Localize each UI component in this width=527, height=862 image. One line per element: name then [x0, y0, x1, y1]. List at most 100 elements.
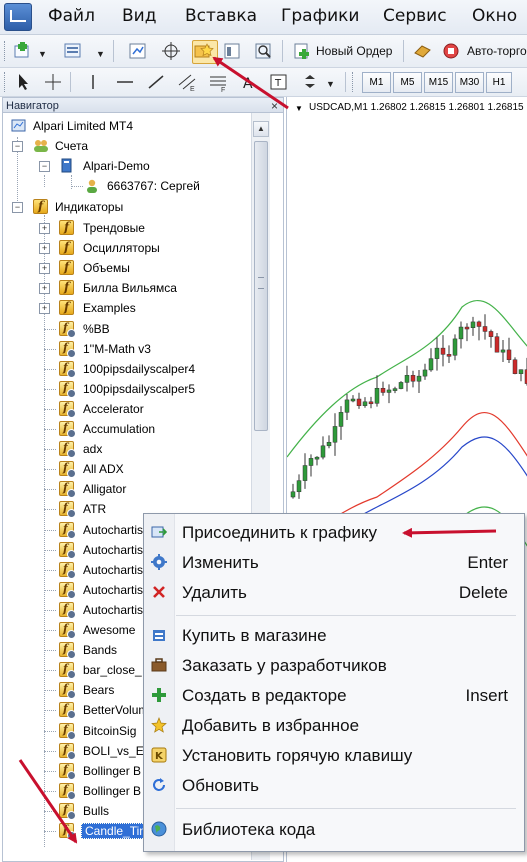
profiles-icon[interactable] — [62, 41, 84, 61]
market-watch-icon[interactable] — [127, 41, 149, 61]
indicator-folder-label[interactable]: Трендовые — [83, 221, 145, 235]
indicator-item-label[interactable]: Accumulation — [83, 422, 155, 436]
indicator-item-label[interactable]: Autochartist — [83, 523, 146, 537]
text-icon[interactable]: A — [238, 72, 260, 92]
indicator-item-label[interactable]: Awesome — [83, 623, 135, 637]
crosshair-icon[interactable] — [42, 72, 64, 92]
new-chart-icon[interactable] — [12, 41, 34, 61]
indicator-item-label[interactable]: Bears — [83, 683, 114, 697]
expand-icon[interactable]: + — [39, 303, 50, 315]
timeframe-m5[interactable]: M5 — [393, 72, 422, 93]
vertical-line-icon[interactable] — [82, 72, 104, 92]
expand-icon[interactable]: + — [39, 243, 50, 255]
custom-indicator-icon — [59, 682, 76, 700]
expand-icon[interactable]: + — [39, 263, 50, 275]
terminal-window-icon[interactable] — [222, 41, 244, 61]
fibonacci-icon[interactable]: F — [207, 72, 229, 94]
indicator-item-label[interactable]: 1''M-Math v3 — [83, 342, 151, 356]
indicator-folder-label[interactable]: Осцилляторы — [83, 241, 160, 255]
indicator-item-label[interactable]: ATR — [83, 502, 106, 516]
market-bag-icon[interactable] — [411, 41, 433, 61]
indicator-folder-label[interactable]: Билла Вильямса — [83, 281, 177, 295]
menu-item-label: Добавить в избранное — [182, 716, 360, 735]
close-icon[interactable]: × — [271, 98, 278, 114]
scroll-up-icon[interactable]: ▲ — [253, 121, 269, 137]
text-label-icon[interactable]: T — [268, 72, 290, 92]
toolbar-grip[interactable] — [4, 41, 8, 61]
chevron-down-icon[interactable]: ▼ — [326, 79, 335, 89]
broker-label[interactable]: Alpari Limited MT4 — [33, 119, 133, 133]
indicator-item-label[interactable]: BitcoinSig — [83, 724, 136, 738]
menu-item-set-hotkey[interactable]: K Установить горячую клавишу — [144, 740, 524, 770]
crosshair-data-window-icon[interactable] — [160, 41, 182, 61]
menu-item-edit[interactable]: Изменить Enter — [144, 547, 524, 577]
timeframe-h1[interactable]: H1 — [486, 72, 512, 93]
navigator-toggle-icon[interactable] — [192, 40, 218, 64]
new-order-button[interactable]: Новый Ордер — [316, 44, 392, 58]
menu-item-delete[interactable]: Удалить Delete — [144, 577, 524, 607]
menu-view[interactable]: Вид — [122, 6, 156, 26]
timeframe-m30[interactable]: M30 — [455, 72, 484, 93]
menu-item-order-from-developers[interactable]: Заказать у разработчиков — [144, 650, 524, 680]
indicator-item-label[interactable]: Autochartist — [83, 563, 146, 577]
chevron-down-icon[interactable]: ▼ — [38, 49, 47, 59]
indicator-item-label[interactable]: bar_close_ — [83, 663, 142, 677]
menu-window[interactable]: Окно — [472, 6, 517, 26]
indicator-item-label[interactable]: Bollinger B — [83, 784, 141, 798]
expand-icon[interactable]: + — [39, 283, 50, 295]
menu-charts[interactable]: Графики — [281, 6, 359, 26]
collapse-icon[interactable]: − — [12, 141, 23, 152]
timeframe-m1[interactable]: M1 — [362, 72, 391, 93]
autotrading-icon[interactable] — [441, 41, 463, 61]
indicator-item-label[interactable]: adx — [83, 442, 102, 456]
cursor-arrow-icon[interactable] — [12, 72, 34, 92]
toolbar-grip[interactable] — [352, 72, 356, 92]
horizontal-line-icon[interactable] — [114, 72, 136, 92]
equidistant-channel-icon[interactable]: E — [176, 72, 198, 93]
indicators-label[interactable]: Индикаторы — [55, 200, 123, 214]
app-logo-icon[interactable] — [4, 3, 32, 31]
indicator-item-label[interactable]: Autochartist — [83, 543, 146, 557]
indicator-item-label[interactable]: %BB — [83, 322, 110, 336]
indicator-item-label[interactable]: Autochartist — [83, 583, 146, 597]
menu-file[interactable]: Файл — [48, 6, 95, 26]
account-user-label[interactable]: 6663767: Сергей — [107, 179, 200, 193]
menu-item-buy-in-market[interactable]: Купить в магазине — [144, 620, 524, 650]
collapse-icon[interactable]: − — [12, 202, 23, 213]
indicator-item-label[interactable]: Bands — [83, 643, 117, 657]
strategy-tester-icon[interactable] — [253, 41, 275, 61]
indicator-folder-label[interactable]: Объемы — [83, 261, 130, 275]
expand-icon[interactable]: + — [39, 223, 50, 234]
indicator-item-label[interactable]: Alligator — [83, 482, 126, 496]
new-order-icon[interactable] — [292, 41, 314, 61]
indicator-item-label[interactable]: Bollinger B — [83, 764, 141, 778]
menu-insert[interactable]: Вставка — [185, 6, 257, 26]
menu-item-attach-to-chart[interactable]: Присоединить к графику — [144, 517, 524, 547]
indicator-item-label[interactable]: Autochartist — [83, 603, 146, 617]
indicator-item-label[interactable]: Accelerator — [83, 402, 144, 416]
menu-item-add-to-favorites[interactable]: Добавить в избранное — [144, 710, 524, 740]
chevron-down-icon[interactable]: ▼ — [96, 49, 105, 59]
menu-item-code-library[interactable]: Библиотека кода — [144, 814, 524, 844]
indicator-item-label[interactable]: 100pipsdailyscalper4 — [83, 362, 195, 376]
account-server-label[interactable]: Alpari-Demo — [83, 159, 150, 173]
autotrading-button[interactable]: Авто-торговля — [467, 44, 527, 58]
scroll-thumb[interactable] — [254, 141, 268, 431]
indicator-item-label[interactable]: Bulls — [83, 804, 109, 818]
trend-line-icon[interactable] — [145, 72, 167, 92]
menu-item-label: Удалить — [182, 583, 247, 602]
bear-candle — [368, 401, 374, 405]
menu-tools[interactable]: Сервис — [383, 6, 447, 26]
timeframe-m15[interactable]: M15 — [424, 72, 453, 93]
menu-item-refresh[interactable]: Обновить — [144, 770, 524, 800]
toolbar-grip[interactable] — [4, 72, 8, 92]
menu-item-create-in-editor[interactable]: Создать в редакторе Insert — [144, 680, 524, 710]
arrows-icon[interactable] — [300, 72, 322, 92]
indicator-item-label[interactable]: 100pipsdailyscalper5 — [83, 382, 195, 396]
indicator-folder-label[interactable]: Examples — [83, 301, 136, 315]
indicator-item-label[interactable]: All ADX — [83, 462, 124, 476]
collapse-icon[interactable]: − — [39, 161, 50, 172]
bull-candle — [350, 398, 356, 402]
indicator-item-label[interactable]: BOLI_vs_EI — [83, 744, 147, 758]
accounts-label[interactable]: Счета — [55, 139, 88, 153]
